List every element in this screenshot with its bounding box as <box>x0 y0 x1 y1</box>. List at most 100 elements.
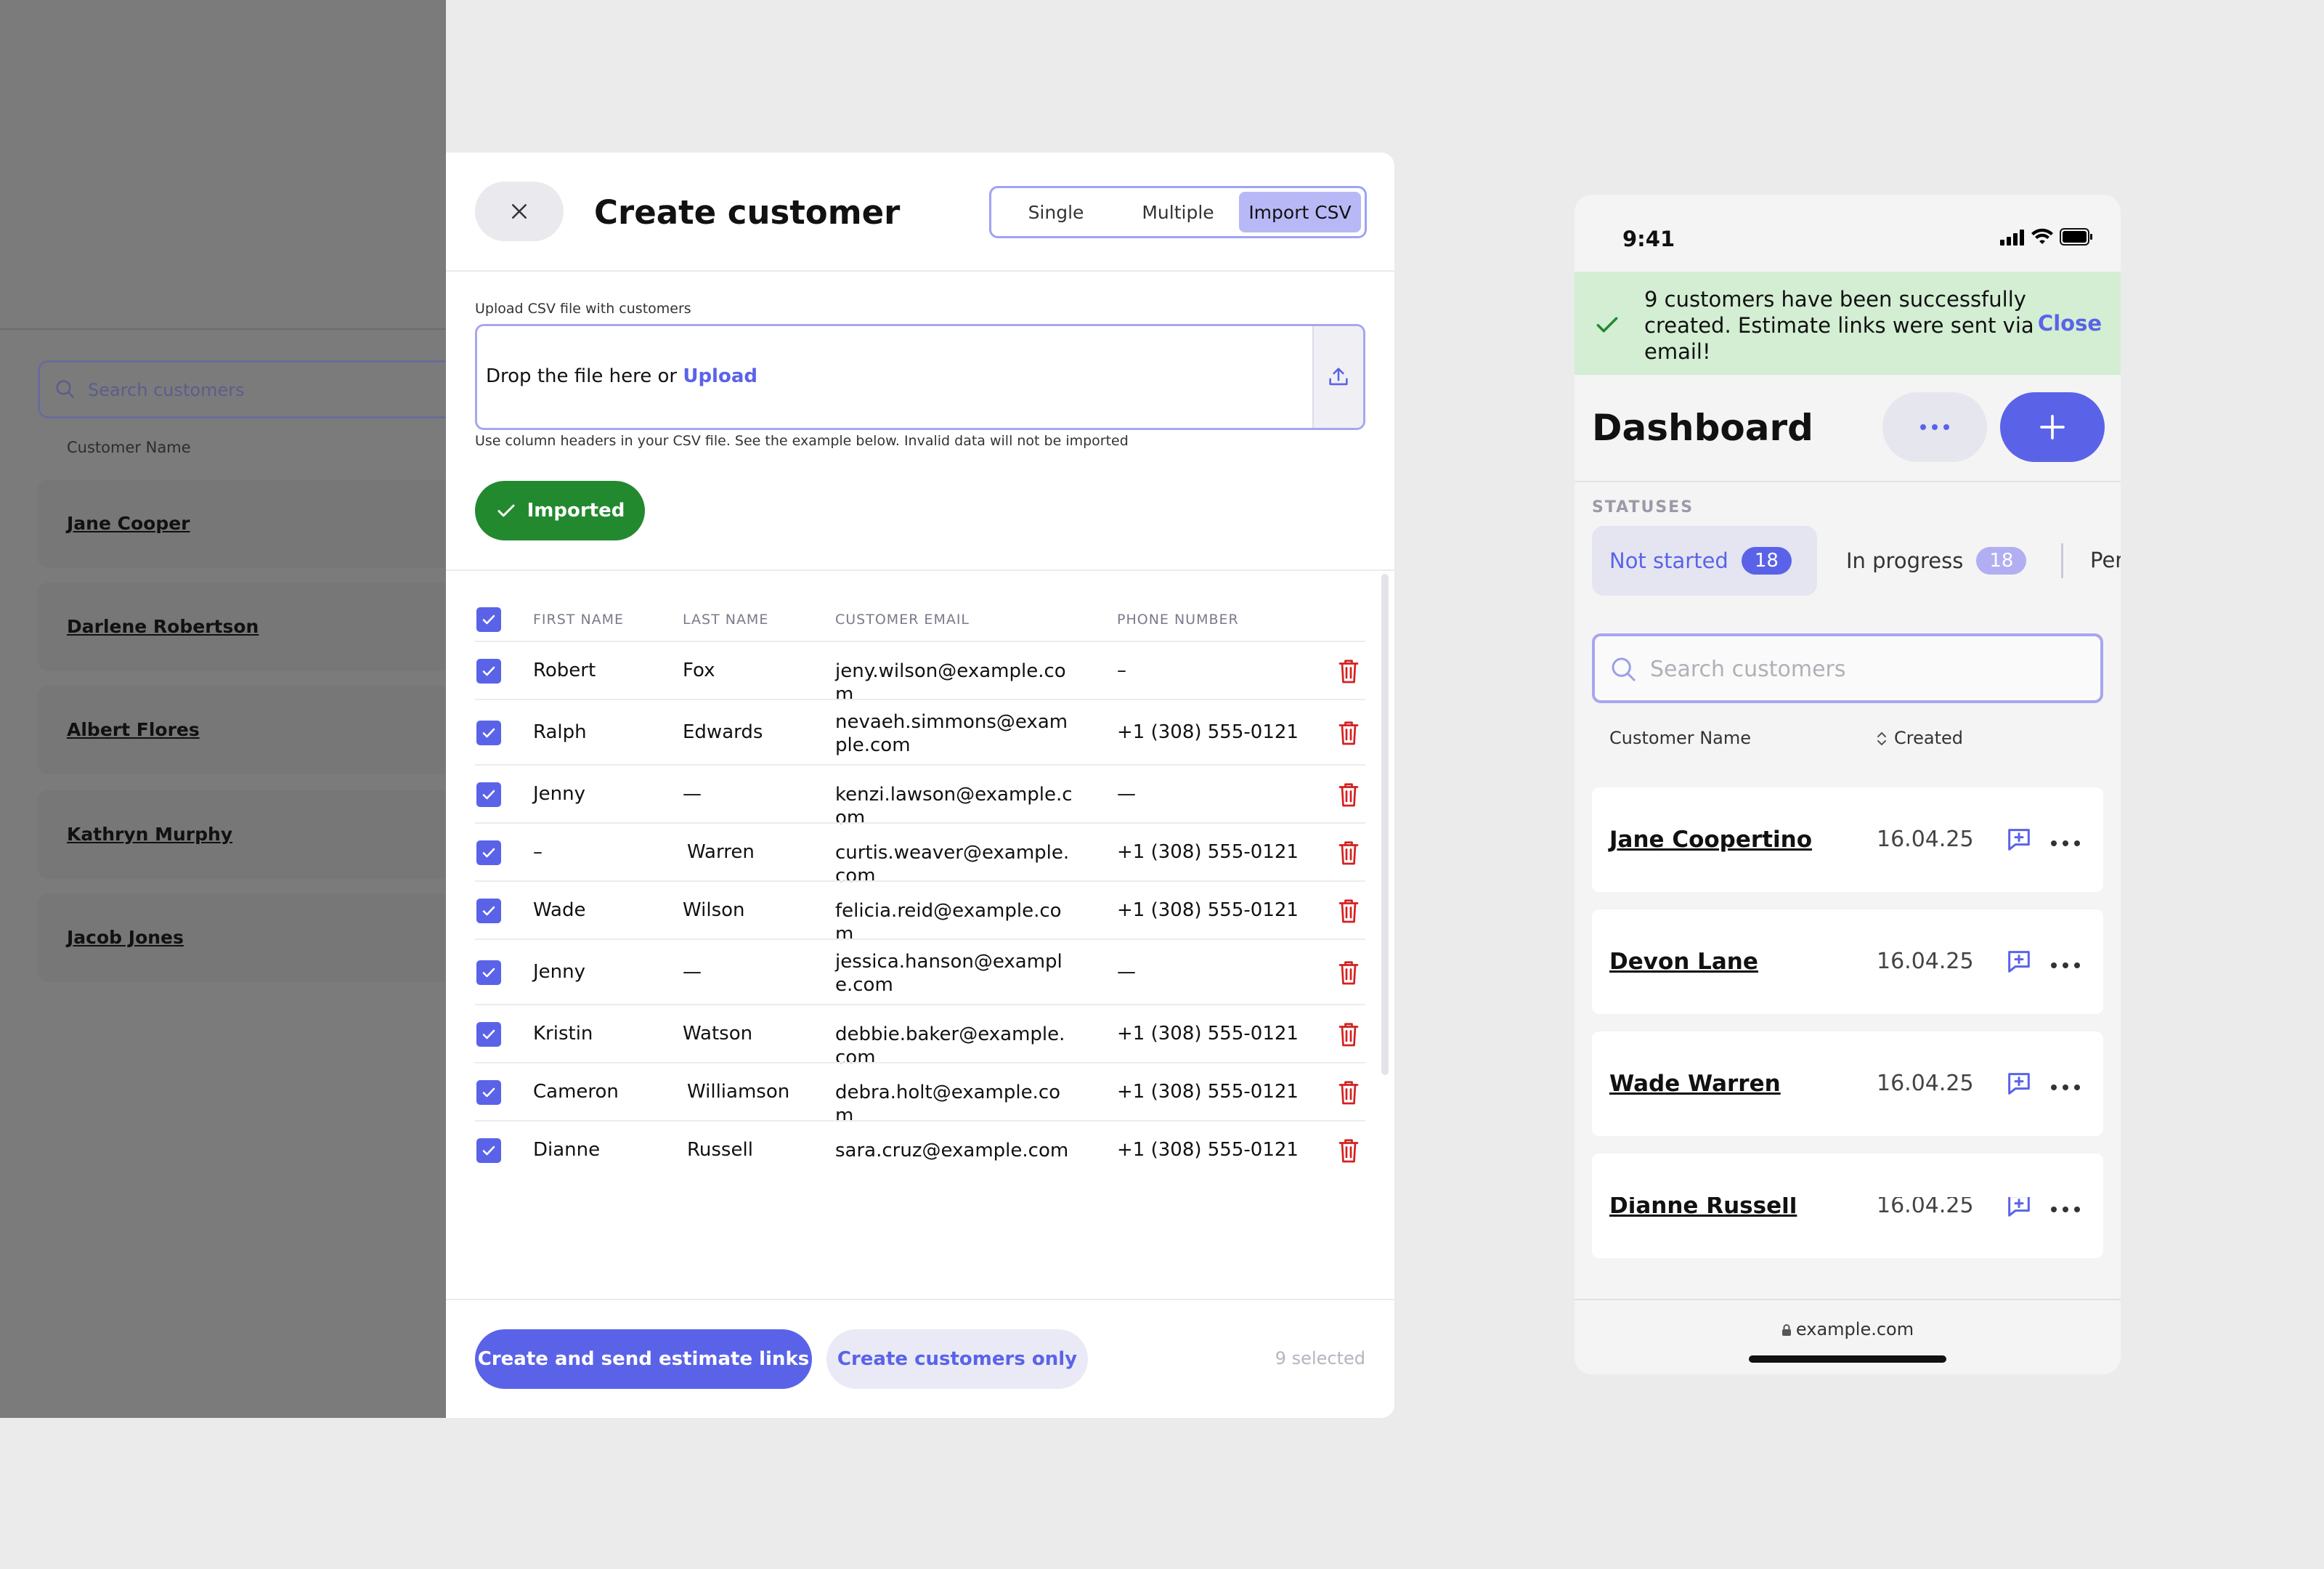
list-item-partial <box>1592 1154 2103 1197</box>
row-more-button[interactable] <box>2049 1072 2081 1098</box>
trash-icon <box>1338 660 1359 684</box>
delete-row-button[interactable] <box>1338 1021 1360 1053</box>
add-comment-button[interactable] <box>2004 1069 2033 1101</box>
cell-first-name: Ralph <box>533 721 587 743</box>
cell-first-name: Cameron <box>533 1081 619 1103</box>
tab-multiple[interactable]: Multiple <box>1117 192 1239 232</box>
close-button[interactable] <box>475 182 564 241</box>
cell-email: sara.cruz@example.com <box>835 1140 1069 1161</box>
more-horizontal-icon <box>2051 840 2080 846</box>
row-checkbox[interactable] <box>476 1080 501 1105</box>
row-checkbox[interactable] <box>476 659 501 684</box>
row-checkbox[interactable] <box>476 960 501 985</box>
tab-single[interactable]: Single <box>995 192 1117 232</box>
wifi-icon <box>2031 228 2053 244</box>
drop-text: Drop the file here or <box>486 365 683 387</box>
cell-email: nevaeh.simmons@example.com <box>835 711 1068 756</box>
selected-count: 9 selected <box>1275 1348 1365 1369</box>
delete-row-button[interactable] <box>1338 1138 1360 1169</box>
customer-name-link[interactable]: Wade Warren <box>1609 1071 1781 1097</box>
create-customers-only-button[interactable]: Create customers only <box>826 1329 1088 1389</box>
create-and-send-button[interactable]: Create and send estimate links <box>475 1329 812 1389</box>
toast-close-button[interactable]: Close <box>2038 311 2102 336</box>
delete-row-button[interactable] <box>1338 840 1360 871</box>
upload-link[interactable]: Upload <box>683 365 757 387</box>
row-more-button[interactable] <box>2049 1194 2081 1220</box>
delete-row-button[interactable] <box>1338 720 1360 751</box>
cell-last-name: Williamson <box>687 1081 790 1103</box>
tab-not-started[interactable]: Not started 18 <box>1592 526 1817 596</box>
table-row: Cameron Williamson debra.holt@example.com +… <box>475 1062 1365 1127</box>
cell-last-name: — <box>683 783 702 805</box>
trash-icon <box>1338 1139 1359 1163</box>
status-bar: 9:41 <box>1575 195 2121 272</box>
cell-phone: +1 (308) 555-0121 <box>1117 899 1299 921</box>
delete-row-button[interactable] <box>1338 658 1360 689</box>
browser-url-bar: example.com <box>1575 1299 2121 1374</box>
tab-label: In progress <box>1846 548 1964 573</box>
more-horizontal-icon <box>2051 1084 2080 1090</box>
row-checkbox[interactable] <box>476 840 501 865</box>
status-time: 9:41 <box>1622 227 1675 251</box>
row-more-button[interactable] <box>2049 828 2081 854</box>
dashboard-content: Dashboard STATUSES Not started 18 In pro… <box>1575 375 2121 1300</box>
cell-first-name: Jenny <box>533 961 586 983</box>
cell-first-name: – <box>533 841 543 863</box>
list-item[interactable]: Devon Lane 16.04.25 <box>1592 909 2103 1014</box>
select-all-checkbox[interactable] <box>476 607 501 632</box>
table-row: Robert Fox jeny.wilson@example.com – <box>475 641 1365 705</box>
file-dropzone[interactable]: Drop the file here or Upload <box>475 324 1365 430</box>
mode-segmented-control: Single Multiple Import CSV <box>989 186 1367 238</box>
cell-phone: +1 (308) 555-0121 <box>1117 721 1299 743</box>
checkmark-icon <box>482 790 495 800</box>
search-input[interactable]: Search customers <box>1592 633 2103 703</box>
add-comment-icon <box>2008 1073 2030 1095</box>
trash-icon <box>1338 721 1359 745</box>
customer-name-link[interactable]: Devon Lane <box>1609 949 1758 975</box>
tab-pending-partial[interactable]: Per <box>2090 548 2121 572</box>
delete-row-button[interactable] <box>1338 898 1360 929</box>
checkmark-icon <box>482 666 495 676</box>
row-checkbox[interactable] <box>476 1138 501 1163</box>
row-checkbox[interactable] <box>476 721 501 745</box>
background-row: Jacob Jones <box>38 893 452 982</box>
row-checkbox[interactable] <box>476 1022 501 1047</box>
trash-icon <box>1338 1023 1359 1047</box>
search-placeholder: Search customers <box>1650 657 1846 682</box>
count-badge: 18 <box>1976 547 2027 575</box>
customer-name-link[interactable]: Jane Coopertino <box>1609 827 1812 853</box>
col-created-sort[interactable]: Created <box>1875 728 1963 748</box>
cell-first-name: Wade <box>533 899 586 921</box>
row-more-button[interactable] <box>2049 950 2081 976</box>
section-divider <box>446 569 1394 571</box>
create-customer-modal: Create customer Single Multiple Import C… <box>446 153 1394 1418</box>
add-comment-button[interactable] <box>2004 947 2033 979</box>
list-item[interactable]: Wade Warren 16.04.25 <box>1592 1031 2103 1136</box>
table-row: Kristin Watson debbie.baker@example.com +1 … <box>475 1004 1365 1069</box>
delete-row-button[interactable] <box>1338 782 1360 813</box>
cell-first-name: Jenny <box>533 783 586 805</box>
table-scrollbar[interactable] <box>1381 574 1389 1075</box>
add-comment-button[interactable] <box>2004 825 2033 857</box>
background-row: Albert Flores <box>38 686 452 774</box>
background-column-header: Customer Name <box>67 439 191 456</box>
row-checkbox[interactable] <box>476 782 501 807</box>
url-display[interactable]: example.com <box>1575 1319 2121 1339</box>
row-checkbox[interactable] <box>476 899 501 923</box>
upload-button[interactable] <box>1312 326 1363 428</box>
list-item[interactable]: Jane Coopertino 16.04.25 <box>1592 787 2103 892</box>
checkmark-icon <box>482 1029 495 1039</box>
cell-phone: — <box>1117 783 1136 805</box>
upload-hint: Use column headers in your CSV file. See… <box>475 433 1129 449</box>
more-options-button[interactable] <box>1882 392 1987 462</box>
tab-import-csv[interactable]: Import CSV <box>1239 192 1361 232</box>
tab-in-progress[interactable]: In progress 18 <box>1846 526 2027 596</box>
delete-row-button[interactable] <box>1338 960 1360 991</box>
checkmark-icon <box>482 1146 495 1156</box>
customer-name: Jacob Jones <box>67 927 184 948</box>
add-customer-button[interactable] <box>2000 392 2105 462</box>
delete-row-button[interactable] <box>1338 1079 1360 1111</box>
statuses-label: STATUSES <box>1592 498 1694 516</box>
table-row: – Warren curtis.weaver@example.com +1 (308)… <box>475 822 1365 887</box>
table-row: Ralph Edwards nevaeh.simmons@example.com +1… <box>475 699 1365 764</box>
